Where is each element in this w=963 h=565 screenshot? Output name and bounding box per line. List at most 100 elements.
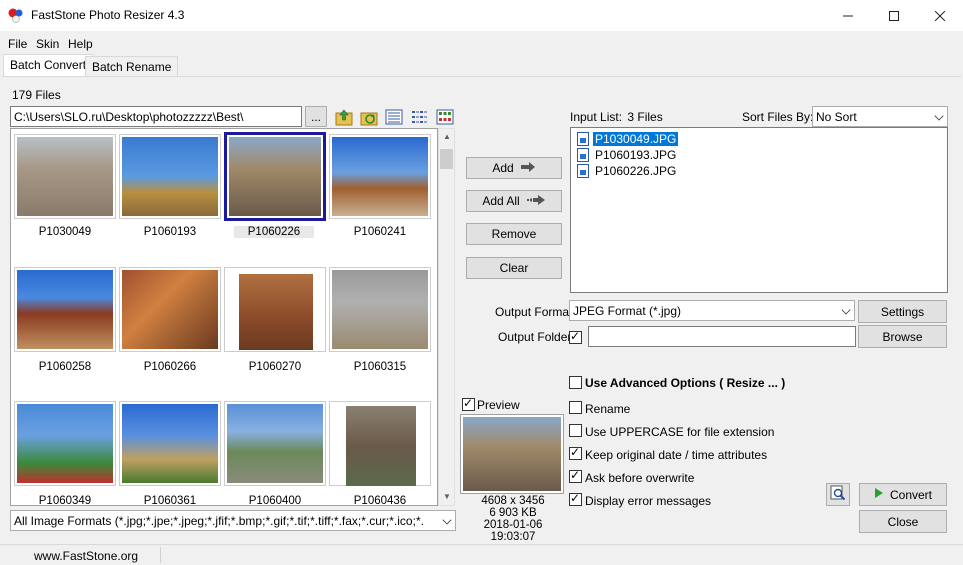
thumbnail-p1060258[interactable]	[14, 267, 116, 352]
preview-image	[460, 414, 564, 494]
menu-file[interactable]: File	[8, 37, 27, 51]
add-all-button[interactable]: Add All	[466, 190, 562, 212]
browse-button[interactable]: Browse	[858, 325, 947, 348]
preview-search-button[interactable]	[826, 483, 850, 506]
thumbnail-label: P1060436	[353, 495, 407, 506]
advanced-options-label[interactable]: Use Advanced Options ( Resize ... )	[585, 376, 785, 390]
detail-view-icon[interactable]	[385, 108, 403, 126]
menu-skin[interactable]: Skin	[36, 37, 59, 51]
chevron-down-icon	[841, 305, 851, 315]
arrow-right-icon	[520, 161, 536, 175]
thumbnail-label: P1030049	[38, 226, 92, 238]
image-file-icon	[577, 148, 589, 162]
rename-checkbox[interactable]	[569, 401, 582, 414]
sort-files-label: Sort Files By:	[742, 110, 814, 124]
keep-date-checkbox[interactable]	[569, 445, 582, 460]
thumbnail-label: P1060361	[143, 495, 197, 506]
output-format-value: JPEG Format (*.jpg)	[573, 304, 682, 318]
thumbnail-p1060400[interactable]	[224, 401, 326, 486]
list-item-label: P1060193.JPG	[595, 148, 677, 162]
preview-checkbox[interactable]	[462, 396, 475, 411]
app-logo-icon	[8, 7, 24, 23]
tab-batch-rename[interactable]: Batch Rename	[85, 56, 179, 77]
list-view-icon[interactable]	[410, 108, 428, 126]
scroll-down-icon[interactable]: ▼	[443, 492, 451, 501]
menu-help[interactable]: Help	[68, 37, 93, 51]
format-filter-dropdown[interactable]: All Image Formats (*.jpg;*.jpe;*.jpeg;*.…	[10, 510, 456, 531]
scroll-up-icon[interactable]: ▲	[443, 132, 451, 141]
remove-button[interactable]: Remove	[466, 223, 562, 245]
input-file-list[interactable]: P1030049.JPG P1060193.JPG P1060226.JPG	[570, 127, 948, 293]
website-link[interactable]: www.FastStone.org	[34, 549, 138, 563]
clear-button[interactable]: Clear	[466, 257, 562, 279]
output-folder-input[interactable]	[588, 326, 856, 347]
thumbnail-label: P1060349	[38, 495, 92, 506]
browse-folder-button[interactable]: ...	[305, 106, 327, 127]
uppercase-extension-checkbox[interactable]	[569, 424, 582, 437]
play-icon	[874, 487, 884, 502]
up-folder-icon[interactable]	[335, 108, 353, 126]
thumbnail-p1060193[interactable]	[119, 134, 221, 219]
add-all-button-label: Add All	[482, 194, 520, 208]
convert-button[interactable]: Convert	[859, 483, 947, 506]
thumbnail-label: P1060400	[248, 495, 302, 506]
maximize-button[interactable]	[871, 0, 917, 31]
thumbnail-p1030049[interactable]	[14, 134, 116, 219]
file-count: 179 Files	[12, 88, 61, 102]
ask-overwrite-checkbox[interactable]	[569, 468, 582, 483]
uppercase-extension-label: Use UPPERCASE for file extension	[585, 425, 775, 439]
settings-button[interactable]: Settings	[858, 300, 947, 323]
preview-label: Preview	[477, 398, 520, 412]
thumbnail-label: P1060241	[353, 226, 407, 238]
chevron-down-icon	[442, 515, 452, 525]
thumbnail-p1060349[interactable]	[14, 401, 116, 486]
thumbnail-p1060270[interactable]	[224, 267, 326, 352]
input-list-label: Input List: 3 Files	[570, 110, 663, 124]
preview-info: 4608 x 3456 6 903 KB 2018-01-06 19:03:07	[460, 495, 566, 543]
chevron-down-icon	[934, 111, 944, 121]
thumbnail-p1060226[interactable]	[224, 132, 326, 221]
list-item[interactable]: P1060226.JPG	[577, 163, 678, 179]
close-window-button[interactable]	[917, 0, 963, 31]
thumbnail-grid[interactable]: P1030049 P1060193 P1060226 P1060241 P106…	[10, 128, 438, 506]
preview-size: 6 903 KB	[489, 507, 537, 519]
rename-label: Rename	[585, 402, 631, 416]
ask-overwrite-label: Ask before overwrite	[585, 471, 695, 485]
minimize-button[interactable]	[825, 0, 871, 31]
thumbnail-scrollbar[interactable]: ▲ ▼	[438, 128, 455, 506]
preview-dimensions: 4608 x 3456	[481, 495, 545, 507]
keep-date-label: Keep original date / time attributes	[585, 448, 768, 462]
sort-files-dropdown[interactable]: No Sort	[812, 106, 948, 127]
thumbnail-p1060266[interactable]	[119, 267, 221, 352]
input-list-count: 3 Files	[627, 110, 663, 124]
add-button[interactable]: Add	[466, 157, 562, 179]
thumbnail-label: P1060270	[248, 361, 302, 373]
refresh-folder-icon[interactable]	[360, 108, 378, 126]
display-errors-checkbox[interactable]	[569, 491, 582, 506]
thumbnail-view-icon[interactable]	[436, 108, 454, 126]
list-item[interactable]: P1060193.JPG	[577, 147, 678, 163]
status-bar: www.FastStone.org	[0, 544, 963, 565]
title-bar: FastStone Photo Resizer 4.3	[0, 0, 963, 31]
add-button-label: Add	[492, 161, 514, 175]
output-format-dropdown[interactable]: JPEG Format (*.jpg)	[569, 300, 855, 321]
status-divider	[160, 547, 161, 563]
image-file-icon	[577, 164, 589, 178]
thumbnail-p1060315[interactable]	[329, 267, 431, 352]
window-title: FastStone Photo Resizer 4.3	[31, 8, 185, 22]
list-item[interactable]: P1030049.JPG	[577, 131, 680, 147]
close-button[interactable]: Close	[859, 510, 947, 533]
output-folder-checkbox[interactable]	[569, 329, 582, 344]
preview-date: 2018-01-06 19:03:07	[483, 519, 543, 543]
scroll-thumb[interactable]	[440, 149, 453, 169]
advanced-options-checkbox[interactable]	[569, 376, 582, 389]
folder-path-input[interactable]: C:\Users\SLO.ru\Desktop\photozzzzz\Best\	[10, 106, 302, 127]
tab-batch-convert[interactable]: Batch Convert	[3, 54, 94, 76]
thumbnail-p1060361[interactable]	[119, 401, 221, 486]
thumbnail-p1060241[interactable]	[329, 134, 431, 219]
display-errors-label: Display error messages	[585, 494, 712, 508]
convert-button-label: Convert	[889, 487, 933, 502]
thumbnail-p1060436[interactable]	[329, 401, 431, 486]
sort-files-value: No Sort	[816, 110, 857, 124]
thumbnail-label: P1060226	[234, 226, 314, 238]
